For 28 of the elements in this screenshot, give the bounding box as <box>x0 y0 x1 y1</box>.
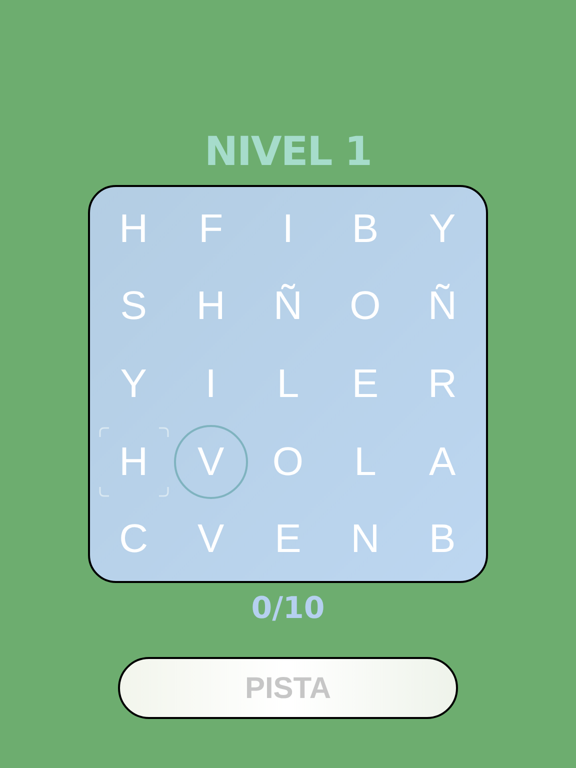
letter-tile[interactable]: A <box>405 424 480 499</box>
letter-tile[interactable]: H <box>174 269 248 344</box>
letter-tile[interactable]: L <box>250 346 325 421</box>
letter-tile[interactable]: Y <box>96 346 171 421</box>
letter-tile[interactable]: H <box>96 192 171 266</box>
progress-counter: 0/10 <box>251 590 325 628</box>
letter-tile[interactable]: R <box>405 346 480 421</box>
letter-tile[interactable]: E <box>250 502 325 576</box>
letter-tile[interactable]: S <box>96 269 171 344</box>
letter-tile[interactable]: L <box>328 424 402 499</box>
letter-tile[interactable]: V <box>174 502 248 576</box>
letter-tile[interactable]: O <box>328 269 402 344</box>
letter-tile[interactable]: V <box>174 424 248 499</box>
letter-tile[interactable]: Ñ <box>250 269 325 344</box>
hint-button[interactable]: PISTA <box>118 657 458 719</box>
letter-tile[interactable]: Y <box>405 192 480 266</box>
letter-tile[interactable]: H <box>96 424 171 499</box>
letter-tile[interactable]: C <box>96 502 171 576</box>
letter-tile[interactable]: B <box>405 502 480 576</box>
letter-tile[interactable]: Ñ <box>405 269 480 344</box>
letter-tile[interactable]: I <box>174 346 248 421</box>
letter-tile[interactable]: F <box>174 192 248 266</box>
level-title: NIVEL 1 <box>204 128 372 176</box>
letter-tile[interactable]: N <box>328 502 402 576</box>
letter-tile[interactable]: B <box>328 192 402 266</box>
letter-tile[interactable]: O <box>250 424 325 499</box>
letter-tile[interactable]: E <box>328 346 402 421</box>
letter-tile[interactable]: I <box>250 192 325 266</box>
